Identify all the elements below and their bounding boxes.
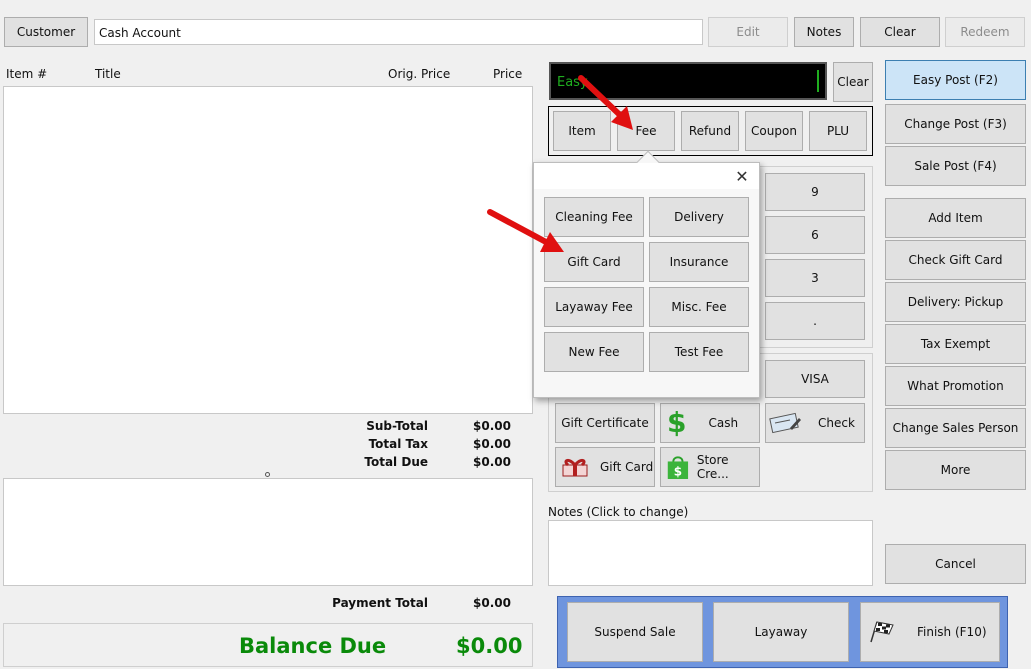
notes-box[interactable] [548,520,873,586]
items-list[interactable] [3,86,533,414]
fee-new-fee-button[interactable]: New Fee [544,332,644,372]
fee-popup: ✕ Cleaning Fee Delivery Gift Card Insura… [533,150,760,398]
fee-layaway-fee-button[interactable]: Layaway Fee [544,287,644,327]
red-arrow-icon [487,209,564,252]
tender-gift-certificate-button[interactable]: Gift Certificate [555,403,655,443]
mode-refund-button[interactable]: Refund [681,111,739,151]
total-due-label: Total Due [364,455,428,469]
fee-misc-fee-button[interactable]: Misc. Fee [649,287,749,327]
col-item-number: Item # [6,67,48,81]
sale-post-button[interactable]: Sale Post (F4) [885,146,1026,186]
total-due-value: $0.00 [473,455,511,469]
tender-store-credit-label: Store Cre... [696,453,729,481]
key-decimal[interactable]: . [765,302,865,340]
close-icon[interactable]: ✕ [732,167,752,187]
items-table-header: Item # Title Orig. Price Price [3,62,533,86]
more-button[interactable]: More [885,450,1026,490]
check-gift-card-button[interactable]: Check Gift Card [885,240,1026,280]
red-arrow-icon [578,75,633,130]
edit-button[interactable]: Edit [708,17,788,47]
tender-cash-button[interactable]: $ Cash [660,403,760,443]
col-orig-price: Orig. Price [388,67,451,81]
payment-total-label: Payment Total [332,596,428,610]
fee-delivery-button[interactable]: Delivery [649,197,749,237]
checkered-flag-icon [870,621,894,643]
mode-coupon-button[interactable]: Coupon [745,111,803,151]
subtotal-value: $0.00 [473,419,511,433]
shopping-bag-icon: $ [667,456,689,479]
clear-top-button[interactable]: Clear [860,17,940,47]
balance-due-label: Balance Due [239,634,387,658]
easy-post-button[interactable]: Easy Post (F2) [885,60,1026,100]
cancel-button[interactable]: Cancel [885,544,1026,584]
customer-field[interactable]: Cash Account [94,19,703,45]
change-sales-person-button[interactable]: Change Sales Person [885,408,1026,448]
col-price: Price [493,67,523,81]
what-promotion-button[interactable]: What Promotion [885,366,1026,406]
mode-plu-button[interactable]: PLU [809,111,867,151]
popup-title-bar [534,163,759,189]
payments-list[interactable] [3,478,533,586]
dollar-icon: $ [667,406,687,439]
tender-store-credit-button[interactable]: $ Store Cre... [660,447,760,487]
tender-visa-button[interactable]: VISA [765,360,865,398]
tender-gift-card-button[interactable]: Gift Card [555,447,655,487]
finish-label: Finish (F10) [917,625,987,639]
delivery-pickup-button[interactable]: Delivery: Pickup [885,282,1026,322]
add-item-button[interactable]: Add Item [885,198,1026,238]
change-post-button[interactable]: Change Post (F3) [885,104,1026,144]
customer-button[interactable]: Customer [4,17,88,47]
tender-cash-label: Cash [708,416,739,430]
layaway-button[interactable]: Layaway [713,602,849,662]
notes-label: Notes (Click to change) [548,505,689,519]
fee-insurance-button[interactable]: Insurance [649,242,749,282]
notes-button[interactable]: Notes [794,17,854,47]
fee-test-fee-button[interactable]: Test Fee [649,332,749,372]
tender-gift-card-label: Gift Card [600,460,654,474]
svg-text:$: $ [674,464,682,478]
tender-check-label: Check [818,416,855,430]
redeem-button[interactable]: Redeem [945,17,1025,47]
cursor-dot [265,472,270,477]
tax-exempt-button[interactable]: Tax Exempt [885,324,1026,364]
key-9[interactable]: 9 [765,173,865,211]
subtotal-label: Sub-Total [366,419,428,433]
suspend-sale-button[interactable]: Suspend Sale [567,602,703,662]
balance-due-value: $0.00 [456,634,523,658]
col-title: Title [95,67,121,81]
payment-total-value: $0.00 [473,596,511,610]
entry-caret [817,70,819,92]
tender-check-button[interactable]: Check [765,403,865,443]
key-6[interactable]: 6 [765,216,865,254]
balance-due-panel: Balance Due $0.00 [3,623,533,667]
finish-button[interactable]: Finish (F10) [860,602,1000,662]
customer-value: Cash Account [99,26,181,40]
check-icon [769,412,801,434]
total-tax-value: $0.00 [473,437,511,451]
key-3[interactable]: 3 [765,259,865,297]
gift-ribbon-icon [562,458,588,477]
entry-clear-button[interactable]: Clear [833,62,873,102]
total-tax-label: Total Tax [368,437,428,451]
